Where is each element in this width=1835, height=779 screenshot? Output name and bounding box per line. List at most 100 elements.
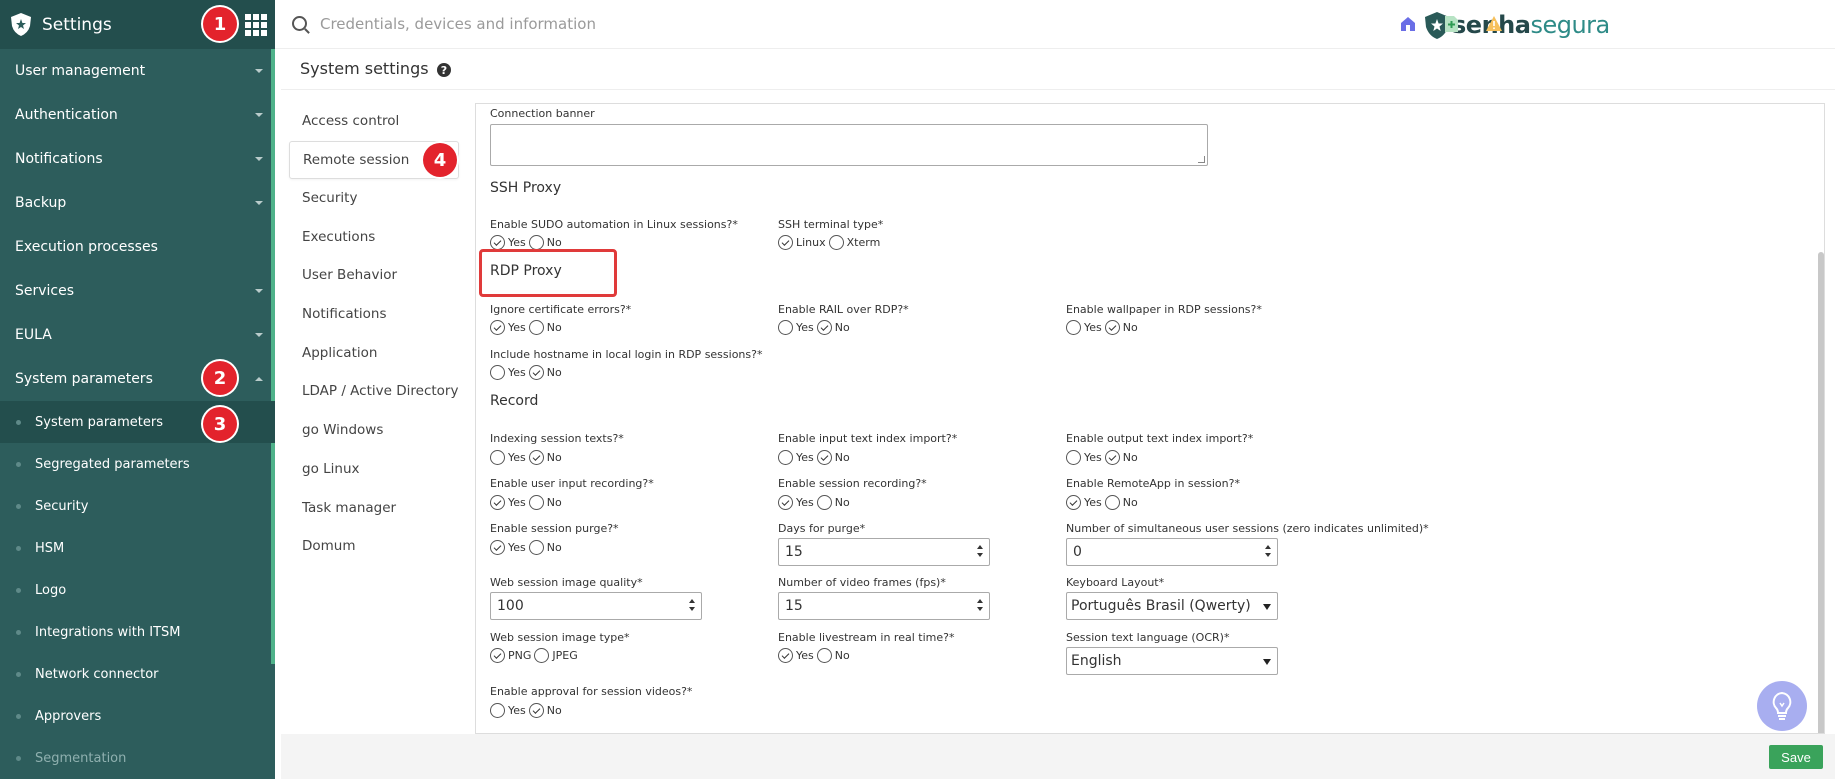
sidebar-item-execution-processes[interactable]: Execution processes [0,225,275,269]
sidebar-subitem-network-connector[interactable]: Network connector [0,653,275,695]
radio-label: Yes [1084,321,1102,334]
radio-label: No [1122,321,1138,334]
indexing-yes-radio[interactable] [490,450,505,465]
output-index-no-radio[interactable] [1104,450,1120,465]
sidebar-item-services[interactable]: Services [0,269,275,313]
input-index-yes-radio[interactable] [778,450,793,465]
hostname-radio-group: Yes No [490,365,565,380]
spinner-icon[interactable] [689,599,695,611]
session-purge-label: Enable session purge?* [490,522,619,535]
wallpaper-no-radio[interactable] [1104,320,1120,335]
radio-label: No [546,236,562,249]
tab-task-manager[interactable]: Task manager [289,488,459,527]
video-fps-input[interactable]: 15 [778,592,990,620]
chevron-up-icon [255,377,263,381]
sidebar-item-eula[interactable]: EULA [0,313,275,357]
tab-executions[interactable]: Executions [289,217,459,256]
sidebar-subitem-approvers[interactable]: Approvers [0,695,275,737]
image-quality-input[interactable]: 100 [490,592,702,620]
tab-ldap[interactable]: LDAP / Active Directory [289,372,459,411]
ocr-language-select[interactable]: English [1066,647,1278,675]
hostname-yes-radio[interactable] [490,365,505,380]
sidebar-subitem-logo[interactable]: Logo [0,569,275,611]
input-index-no-radio[interactable] [816,450,832,465]
radio-label: Yes [508,451,526,464]
sidebar-subitem-label: System parameters [35,414,164,430]
ignore-cert-yes-radio[interactable] [490,320,505,335]
spinner-icon[interactable] [977,599,983,611]
tab-go-linux[interactable]: go Linux [289,450,459,489]
sidebar-subitem-security[interactable]: Security [0,485,275,527]
step-badge-1: 1 [203,7,237,41]
days-for-purge-input[interactable]: 15 [778,538,990,566]
tab-notifications[interactable]: Notifications [289,295,459,334]
remote-session-panel: Connection banner SSH Proxy Enable SUDO … [475,103,1825,734]
indexing-no-radio[interactable] [528,450,544,465]
keyboard-layout-select[interactable]: Português Brasil (Qwerty) [1066,592,1278,620]
purge-no-radio[interactable] [528,540,544,555]
simultaneous-sessions-label: Number of simultaneous user sessions (ze… [1066,522,1429,535]
hostname-login-label: Include hostname in local login in RDP s… [490,348,763,361]
add-document-icon[interactable] [1442,15,1460,33]
radio-label: No [546,321,562,334]
apps-grid-icon[interactable] [245,14,267,36]
step-badge-4: 4 [423,143,457,177]
sidebar-subitem-segregated-parameters[interactable]: Segregated parameters [0,443,275,485]
panel-scrollbar[interactable] [1818,252,1824,733]
session-rec-no-radio[interactable] [816,495,832,510]
rail-over-rdp-label: Enable RAIL over RDP?* [778,303,909,316]
sudo-no-radio[interactable] [528,235,544,250]
radio-label: Yes [508,236,526,249]
tab-user-behavior[interactable]: User Behavior [289,256,459,295]
remoteapp-no-radio[interactable] [1104,495,1120,510]
approval-yes-radio[interactable] [490,703,505,718]
sidebar-subitem-segmentation[interactable]: Segmentation [0,737,275,779]
remoteapp-yes-radio[interactable] [1066,495,1081,510]
radio-label: PNG [508,649,532,662]
simultaneous-sessions-input[interactable]: 0 [1066,538,1278,566]
connection-banner-textarea[interactable] [490,124,1208,166]
search-input[interactable] [320,12,820,36]
lightbulb-icon[interactable] [1757,681,1807,731]
sudo-yes-radio[interactable] [490,235,505,250]
image-type-png-radio[interactable] [490,648,505,663]
spinner-icon[interactable] [977,545,983,557]
session-recording-radio-group: Yes No [778,495,853,510]
terminal-xterm-radio[interactable] [828,235,844,250]
spinner-icon[interactable] [1265,545,1271,557]
user-input-rec-no-radio[interactable] [528,495,544,510]
approval-no-radio[interactable] [528,703,544,718]
user-input-rec-yes-radio[interactable] [490,495,505,510]
image-type-jpeg-radio[interactable] [534,648,550,663]
output-index-yes-radio[interactable] [1066,450,1081,465]
hostname-no-radio[interactable] [528,365,544,380]
terminal-linux-radio[interactable] [778,235,793,250]
user-input-recording-label: Enable user input recording?* [490,477,654,490]
warning-icon[interactable] [1485,15,1503,33]
sidebar-subitem-integrations-itsm[interactable]: Integrations with ITSM [0,611,275,653]
tab-domum[interactable]: Domum [289,527,459,566]
purge-yes-radio[interactable] [490,540,505,555]
rail-yes-radio[interactable] [778,320,793,335]
sidebar-item-notifications[interactable]: Notifications [0,137,275,181]
ignore-cert-no-radio[interactable] [528,320,544,335]
rail-no-radio[interactable] [816,320,832,335]
wallpaper-yes-radio[interactable] [1066,320,1081,335]
livestream-no-radio[interactable] [816,648,832,663]
home-icon[interactable] [1399,15,1417,33]
ssh-terminal-type-label: SSH terminal type* [778,218,884,231]
tab-access-control[interactable]: Access control [289,102,459,141]
help-icon[interactable]: ? [437,63,451,77]
user-input-recording-radio-group: Yes No [490,495,565,510]
tab-go-windows[interactable]: go Windows [289,411,459,450]
sidebar-item-user-management[interactable]: User management [0,49,275,93]
tab-application[interactable]: Application [289,333,459,372]
tab-security[interactable]: Security [289,179,459,218]
sidebar-item-backup[interactable]: Backup [0,181,275,225]
save-button[interactable]: Save [1769,745,1823,769]
livestream-yes-radio[interactable] [778,648,793,663]
sidebar-item-authentication[interactable]: Authentication [0,93,275,137]
section-record: Record [490,393,539,409]
sidebar-subitem-hsm[interactable]: HSM [0,527,275,569]
session-rec-yes-radio[interactable] [778,495,793,510]
